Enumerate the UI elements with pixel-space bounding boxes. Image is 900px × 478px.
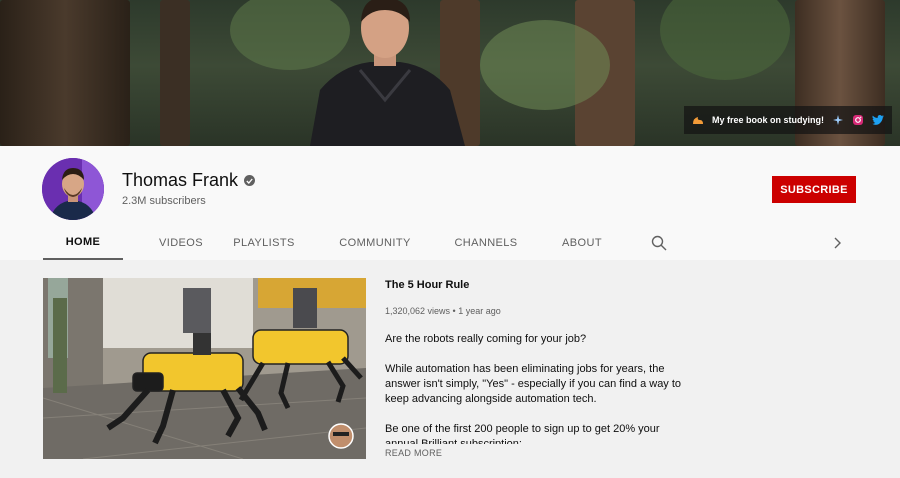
banner-person-image: [310, 0, 465, 146]
banner-link-text[interactable]: My free book on studying!: [712, 115, 824, 125]
tab-playlists[interactable]: PLAYLISTS: [224, 226, 304, 260]
featured-video-meta: 1,320,062 views • 1 year ago: [385, 306, 501, 316]
channel-tabs: HOME VIDEOS PLAYLISTS COMMUNITY CHANNELS…: [0, 226, 900, 260]
banner-links[interactable]: My free book on studying!: [684, 106, 892, 134]
description-paragraph: Be one of the first 200 people to sign u…: [385, 423, 660, 444]
notion-star-icon[interactable]: [832, 114, 844, 126]
channel-home-content: The 5 Hour Rule 1,320,062 views • 1 year…: [0, 260, 900, 478]
tab-channels[interactable]: CHANNELS: [446, 226, 526, 260]
banner-tree: [160, 0, 190, 146]
channel-name[interactable]: Thomas Frank: [122, 170, 238, 191]
banner-foliage: [660, 0, 790, 80]
banner-tree: [0, 0, 130, 146]
featured-video-thumbnail[interactable]: [43, 278, 366, 459]
description-paragraph: While automation has been eliminating jo…: [385, 363, 682, 405]
tab-home[interactable]: HOME: [43, 226, 123, 260]
featured-video-title[interactable]: The 5 Hour Rule: [385, 279, 469, 291]
channel-header: Thomas Frank 2.3M subscribers SUBSCRIBE …: [0, 146, 900, 260]
verified-badge-icon: [244, 175, 256, 186]
tab-about[interactable]: ABOUT: [552, 226, 612, 260]
flame-logo-icon[interactable]: [692, 114, 704, 126]
subscriber-count: 2.3M subscribers: [122, 195, 206, 207]
robot-dog: [132, 352, 244, 392]
channel-avatar[interactable]: [42, 158, 104, 220]
search-icon[interactable]: [651, 235, 667, 251]
tab-community[interactable]: COMMUNITY: [330, 226, 420, 260]
description-paragraph: Are the robots really coming for your jo…: [385, 333, 587, 345]
tab-videos[interactable]: VIDEOS: [136, 226, 226, 260]
twitter-icon[interactable]: [872, 114, 885, 126]
chevron-right-icon[interactable]: [831, 235, 845, 251]
instagram-icon[interactable]: [852, 114, 864, 126]
banner-foliage: [480, 20, 610, 110]
subscribe-button[interactable]: SUBSCRIBE: [772, 176, 856, 203]
channel-banner: My free book on studying!: [0, 0, 900, 146]
channel-name-row: Thomas Frank: [122, 170, 256, 191]
read-more-link[interactable]: READ MORE: [385, 448, 442, 458]
featured-video-description: Are the robots really coming for your jo…: [385, 332, 685, 444]
